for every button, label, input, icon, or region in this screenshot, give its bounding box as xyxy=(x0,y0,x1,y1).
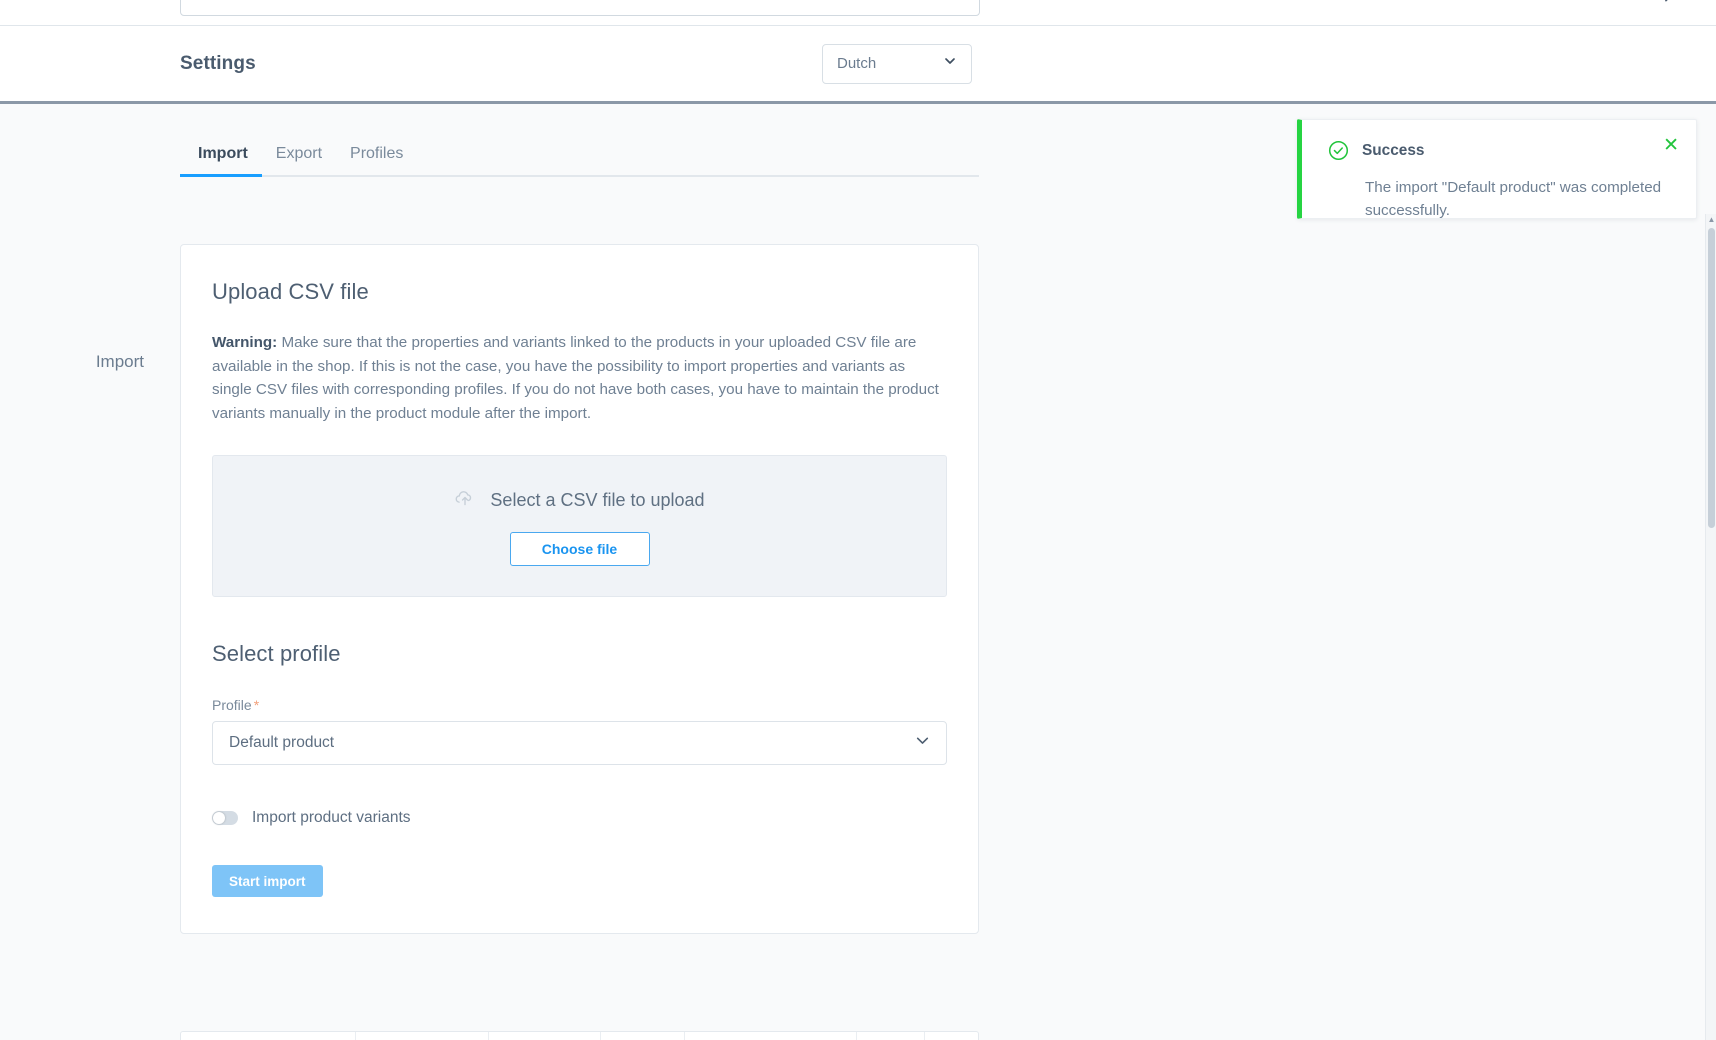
import-card: Upload CSV file Warning: Make sure that … xyxy=(180,244,979,935)
toggle-knob xyxy=(213,812,225,825)
profile-field-label: Profile * xyxy=(212,697,947,713)
warning-body: Make sure that the properties and varian… xyxy=(212,334,939,422)
required-marker: * xyxy=(253,697,260,714)
section-label-import: Import xyxy=(95,352,144,371)
settings-header: Settings Dutch xyxy=(0,26,1716,104)
page-scrollbar[interactable]: ▲ ▼ xyxy=(1705,214,1716,1040)
scroll-up-arrow-icon[interactable]: ▲ xyxy=(1706,214,1716,226)
import-variants-toggle[interactable] xyxy=(212,811,238,826)
cloud-upload-icon xyxy=(454,487,476,514)
warning-label: Warning: xyxy=(212,334,278,351)
column-header-profile[interactable]: Profile xyxy=(355,1032,489,1040)
app-root: Find products, customers, orders... Sett… xyxy=(0,0,1716,1040)
column-header-invalid-records[interactable]: Invalid records ? xyxy=(684,1032,857,1040)
check-circle-icon xyxy=(1328,140,1349,166)
dropzone-label: Select a CSV file to upload xyxy=(490,489,705,510)
select-profile-heading: Select profile xyxy=(212,641,341,667)
csv-dropzone[interactable]: Select a CSV file to upload Choose file xyxy=(212,455,947,598)
toast-title: Success xyxy=(1362,142,1425,159)
import-activity-table: Date Profile Status xyxy=(180,1031,979,1040)
global-search[interactable]: Find products, customers, orders... xyxy=(180,0,980,16)
close-icon[interactable]: ✕ xyxy=(1663,136,1679,155)
toast-header: Success xyxy=(1328,140,1674,166)
column-header-date[interactable]: Date xyxy=(181,1032,356,1040)
column-header-size[interactable]: Si xyxy=(856,1032,925,1040)
language-select[interactable]: Dutch xyxy=(822,43,972,84)
global-topbar: Find products, customers, orders... xyxy=(0,0,1716,26)
scrollbar-thumb[interactable] xyxy=(1708,228,1715,528)
chevron-down-icon xyxy=(943,54,957,73)
column-header-status[interactable]: Status xyxy=(488,1032,601,1040)
toast-message: The import "Default product" was complet… xyxy=(1365,179,1662,219)
upload-csv-heading: Upload CSV file xyxy=(212,279,369,304)
tab-export[interactable]: Export xyxy=(262,145,336,175)
tab-export-label: Export xyxy=(275,145,323,162)
language-select-value: Dutch xyxy=(837,55,877,72)
page-title: Settings xyxy=(180,52,256,74)
choose-file-button[interactable]: Choose file xyxy=(509,531,650,566)
speech-bubble-icon[interactable] xyxy=(1646,0,1690,16)
profile-select[interactable]: Default product xyxy=(212,721,947,766)
column-header-records[interactable]: Records xyxy=(600,1032,685,1040)
profile-select-value: Default product xyxy=(229,734,335,752)
profile-field-label-text: Profile xyxy=(212,697,252,714)
tab-profiles[interactable]: Profiles xyxy=(336,145,417,175)
tab-import[interactable]: Import xyxy=(180,145,262,177)
tab-profiles-label: Profiles xyxy=(350,145,404,162)
tab-import-label: Import xyxy=(198,145,248,162)
import-variants-label: Import product variants xyxy=(252,809,411,827)
settings-tabs: Import Export Profiles xyxy=(180,145,979,177)
import-variants-row: Import product variants xyxy=(212,809,947,827)
content-area: Import Export Profiles Import Upload CSV… xyxy=(0,107,1716,1040)
success-toast: Success The import "Default product" was… xyxy=(1297,119,1697,219)
column-header-actions xyxy=(924,1032,978,1040)
chevron-down-icon xyxy=(915,733,930,753)
dropzone-prompt: Select a CSV file to upload xyxy=(454,487,705,514)
table-header-row: Date Profile Status xyxy=(181,1032,978,1040)
warning-paragraph: Warning: Make sure that the properties a… xyxy=(212,331,947,425)
start-import-button[interactable]: Start import xyxy=(212,865,323,898)
